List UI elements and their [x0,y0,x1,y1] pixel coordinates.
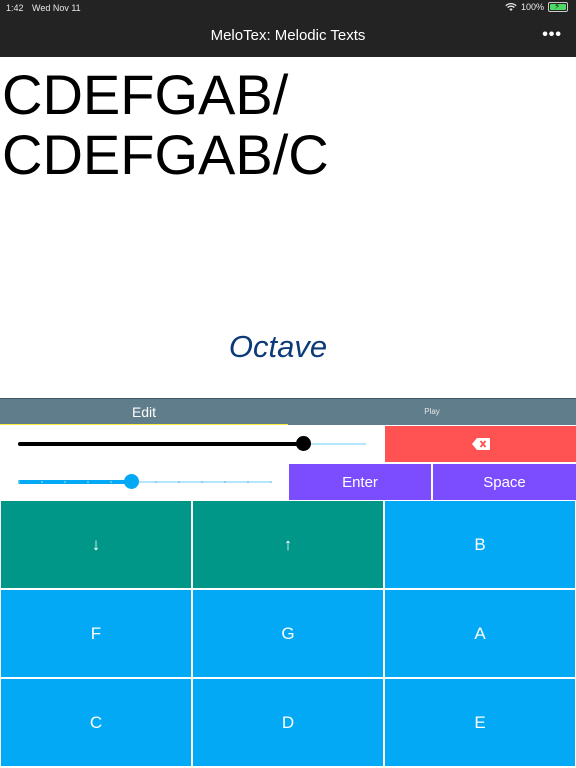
enter-button[interactable]: Enter [289,464,431,500]
backspace-button[interactable] [385,426,576,462]
slider-2-thumb[interactable] [124,474,139,489]
backspace-icon [471,438,490,450]
slider-2[interactable] [18,474,272,489]
note-keypad: ↓ ↑ B F G A C D E [0,501,576,768]
note-e-key[interactable]: E [385,679,575,766]
arrow-down-button[interactable]: ↓ [1,501,191,588]
slider-2-tick [178,481,180,483]
battery-percent: 100% [520,2,544,12]
slider-1-track [303,443,366,445]
slider-2-tick [18,481,20,483]
arrow-up-icon: ↑ [283,534,293,554]
tab-play[interactable]: Play [288,399,576,426]
note-f-key[interactable]: F [1,590,191,677]
battery-icon: ⚡ [548,1,568,12]
melody-text: CDEFGAB/ CDEFGAB/C [2,63,329,186]
note-c-key[interactable]: C [1,679,191,766]
slider-2-tick [201,481,203,483]
more-options-icon[interactable]: ••• [542,26,562,44]
melody-display: CDEFGAB/ CDEFGAB/C Octave [0,57,576,397]
charging-bolt-icon: ⚡ [554,1,561,11]
slider-1-thumb[interactable] [296,436,311,451]
slider-2-tick [155,481,157,483]
note-g-key[interactable]: G [193,590,383,677]
status-date: Wed Nov 11 [32,3,81,13]
slider-2-tick [41,481,43,483]
note-d-key[interactable]: D [193,679,383,766]
status-right: 100% ⚡ [505,1,568,12]
app-title: MeloTex: Melodic Texts [210,27,366,44]
arrow-up-button[interactable]: ↑ [193,501,383,588]
note-a-key[interactable]: A [385,590,575,677]
mode-tabs: Edit Play [0,398,576,426]
slider-2-tick [270,481,272,483]
display-caption: Octave [228,329,328,364]
slider-1[interactable] [18,436,366,451]
space-button[interactable]: Space [433,464,576,500]
note-b-key[interactable]: B [385,501,575,588]
slider-2-tick [247,481,249,483]
wifi-icon [505,2,517,11]
arrow-down-icon: ↓ [91,534,101,554]
slider-2-tick [224,481,226,483]
status-time: 1:42 [6,3,24,13]
slider-2-fill [18,480,131,484]
slider-2-tick [110,481,112,483]
tab-edit[interactable]: Edit [0,399,288,426]
controls-panel: Enter Space [0,425,576,500]
top-bar: 1:42 Wed Nov 11 100% ⚡ MeloTex: Melodic … [0,0,576,57]
slider-2-tick [87,481,89,483]
slider-2-tick [64,481,66,483]
status-bar: 1:42 Wed Nov 11 100% ⚡ [0,0,576,16]
slider-1-fill [18,442,303,446]
